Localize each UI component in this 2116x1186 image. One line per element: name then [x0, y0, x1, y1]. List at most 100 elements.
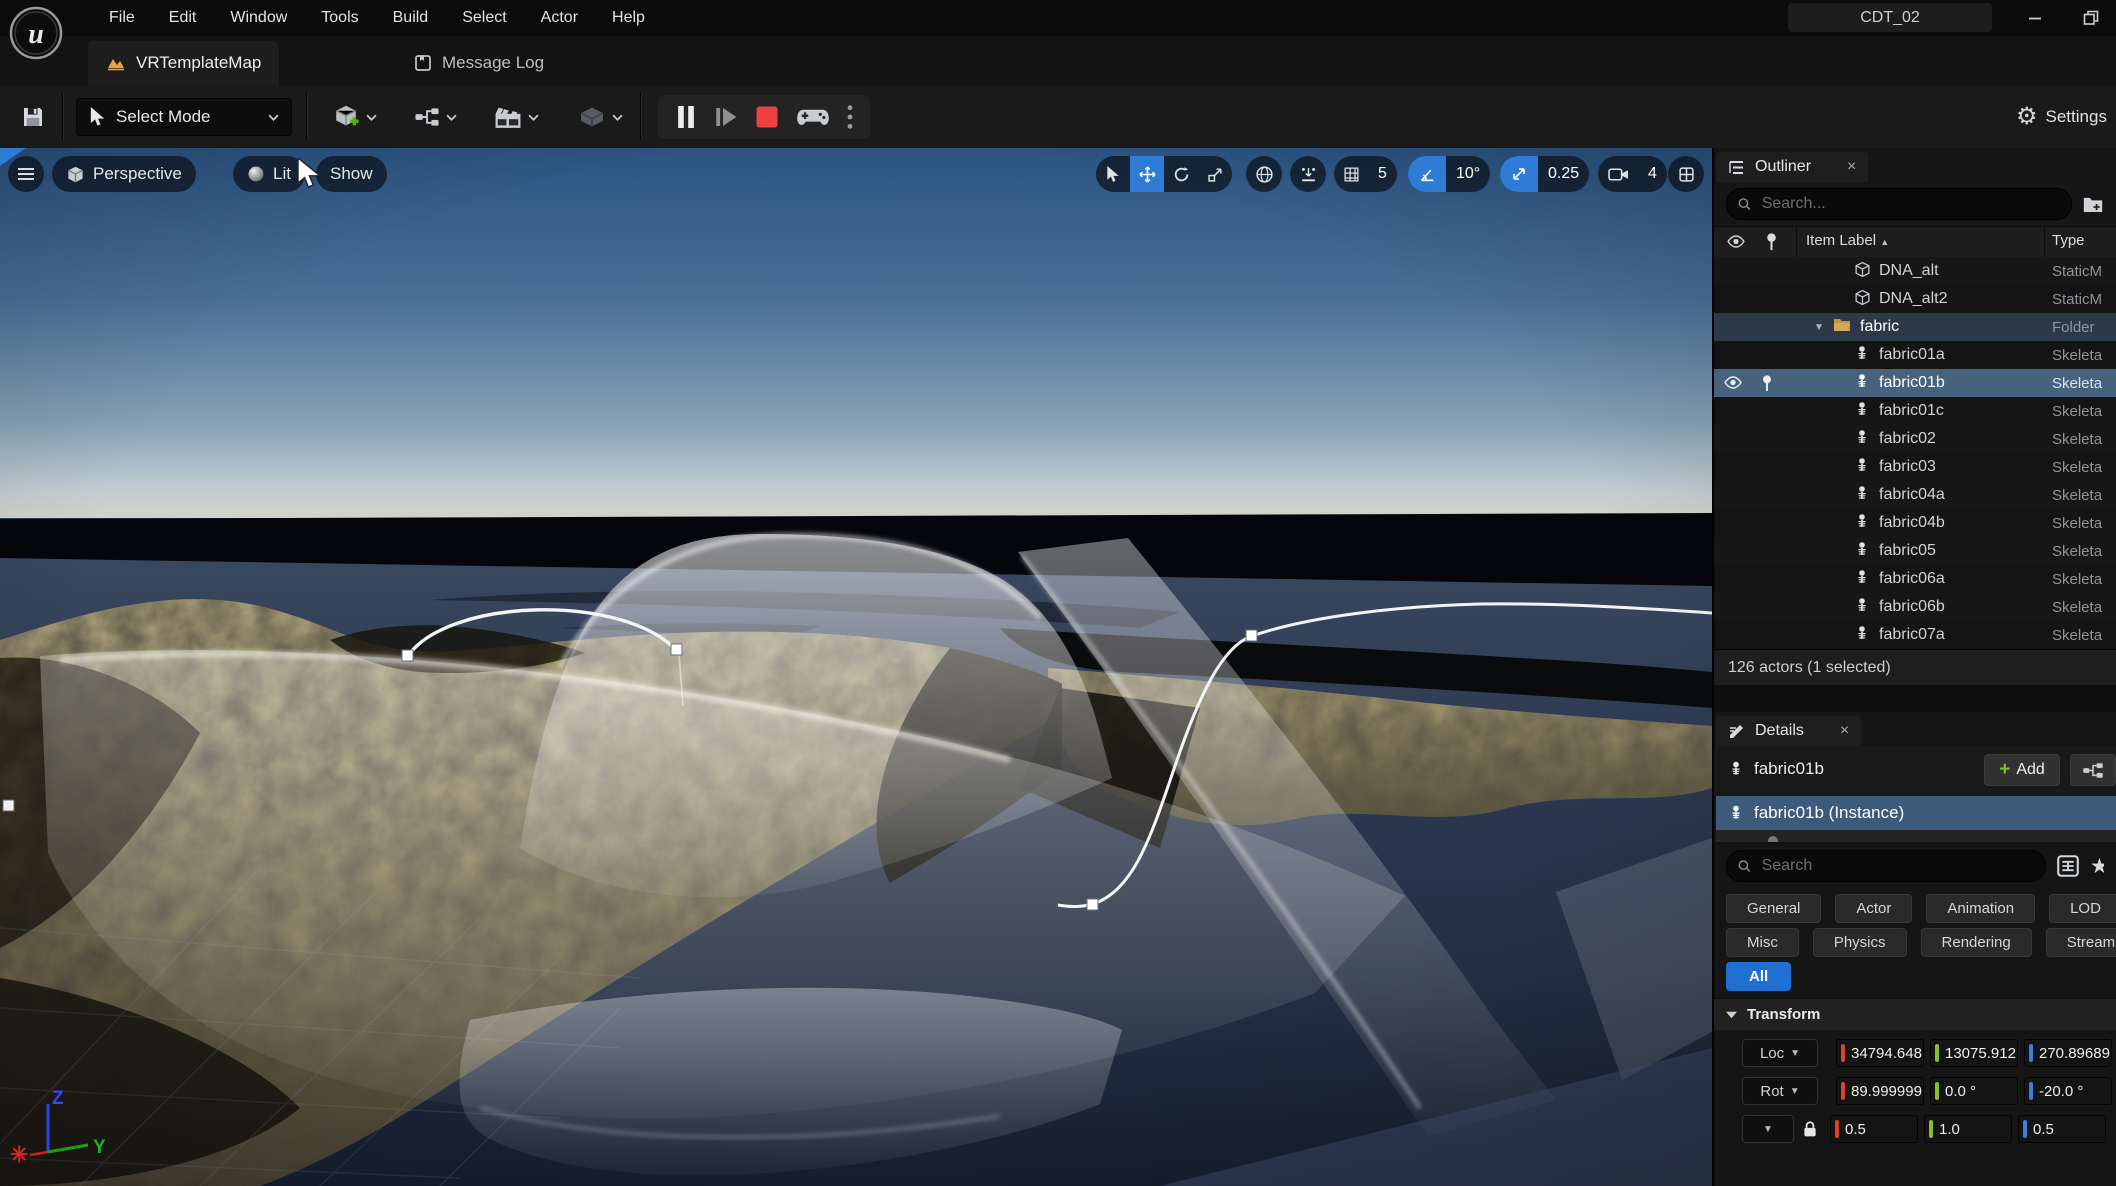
- add-folder-button[interactable]: [2082, 194, 2104, 214]
- perspective-dropdown[interactable]: Perspective: [52, 156, 196, 192]
- add-actor-dropdown[interactable]: [332, 100, 377, 134]
- favorites-star-icon[interactable]: ★: [2090, 854, 2104, 879]
- filter-all[interactable]: All: [1726, 962, 1791, 991]
- world-coordinate-button[interactable]: [1246, 156, 1282, 192]
- level-viewport[interactable]: Z Y ✳ Perspective Lit Show: [0, 148, 1712, 1186]
- outliner-row-fabric01c[interactable]: fabric01cSkeleta: [1714, 397, 2116, 425]
- camera-speed-value[interactable]: 4: [1638, 165, 1667, 183]
- scale-y-field[interactable]: 1.0: [1924, 1115, 2012, 1143]
- scale-z-field[interactable]: 0.5: [2018, 1115, 2106, 1143]
- scale-snap-button[interactable]: [1500, 156, 1538, 192]
- location-dropdown[interactable]: Loc▼: [1742, 1039, 1818, 1067]
- outliner-row-dna-alt[interactable]: DNA_altStaticM: [1714, 257, 2116, 285]
- instance-root-row[interactable]: fabric01b (Instance): [1716, 796, 2116, 830]
- outliner-row-fabric05[interactable]: fabric05Skeleta: [1714, 537, 2116, 565]
- menu-actor[interactable]: Actor: [524, 0, 595, 36]
- blueprints-dropdown[interactable]: [414, 100, 457, 134]
- scale-x-field[interactable]: 0.5: [1830, 1115, 1918, 1143]
- details-search-input[interactable]: [1760, 856, 2035, 876]
- menu-window[interactable]: Window: [213, 0, 304, 36]
- rotation-dropdown[interactable]: Rot▼: [1742, 1077, 1818, 1105]
- scale-snap-value[interactable]: 0.25: [1538, 165, 1589, 183]
- transform-section-header[interactable]: Transform: [1714, 998, 2116, 1030]
- play-options-menu[interactable]: [847, 95, 853, 139]
- close-icon[interactable]: ×: [1840, 722, 1849, 740]
- select-mode-dropdown[interactable]: Select Mode: [76, 98, 292, 136]
- frame-skip-button[interactable]: [714, 95, 738, 139]
- show-dropdown[interactable]: Show: [316, 156, 387, 192]
- menu-select[interactable]: Select: [445, 0, 523, 36]
- tab-message-log[interactable]: Message Log: [396, 41, 562, 85]
- rotation-x-field[interactable]: 89.999999: [1836, 1077, 1924, 1105]
- menu-file[interactable]: File: [92, 0, 152, 36]
- filter-misc[interactable]: Misc: [1726, 928, 1799, 957]
- select-tool-button[interactable]: [1096, 156, 1130, 192]
- filter-streaming[interactable]: Streaming: [2046, 928, 2116, 957]
- rotate-tool-button[interactable]: [1164, 156, 1198, 192]
- close-icon[interactable]: ×: [1847, 158, 1856, 176]
- outliner-row-fabric-folder[interactable]: ▼ fabricFolder: [1714, 313, 2116, 341]
- type-column-header[interactable]: Type: [2052, 232, 2085, 249]
- platforms-dropdown[interactable]: [578, 100, 623, 134]
- outliner-row-fabric01b[interactable]: fabric01bSkeleta: [1714, 369, 2116, 397]
- location-x-field[interactable]: 34794.648: [1836, 1039, 1924, 1067]
- location-z-field[interactable]: 270.89689: [2024, 1039, 2112, 1067]
- stop-button[interactable]: [755, 95, 779, 139]
- move-tool-button[interactable]: [1130, 156, 1164, 192]
- rotation-z-field[interactable]: -20.0 °: [2024, 1077, 2112, 1105]
- rotation-snap-value[interactable]: 10°: [1446, 165, 1490, 183]
- maximize-viewport-button[interactable]: [1668, 156, 1704, 192]
- outliner-row-fabric02[interactable]: fabric02Skeleta: [1714, 425, 2116, 453]
- scale-dropdown[interactable]: ▼: [1742, 1115, 1794, 1143]
- outliner-tab[interactable]: Outliner ×: [1716, 152, 1868, 182]
- menu-tools[interactable]: Tools: [304, 0, 375, 36]
- outliner-row-dna-alt2[interactable]: DNA_alt2StaticM: [1714, 285, 2116, 313]
- camera-speed-button[interactable]: [1598, 156, 1638, 192]
- view-mode-dropdown[interactable]: Lit: [233, 156, 305, 192]
- outliner-row-fabric06b[interactable]: fabric06bSkeleta: [1714, 593, 2116, 621]
- pin-icon[interactable]: [1760, 374, 1774, 392]
- eject-button[interactable]: [796, 95, 830, 139]
- grid-snap-value[interactable]: 5: [1368, 165, 1397, 183]
- outliner-row-fabric04a[interactable]: fabric04aSkeleta: [1714, 481, 2116, 509]
- scale-lock-icon[interactable]: [1802, 1120, 1818, 1138]
- item-label-column-header[interactable]: Item Label ▲: [1806, 232, 1889, 249]
- rotation-y-field[interactable]: 0.0 °: [1930, 1077, 2018, 1105]
- save-button[interactable]: [16, 100, 50, 134]
- details-search-box[interactable]: [1726, 850, 2046, 882]
- menu-edit[interactable]: Edit: [152, 0, 214, 36]
- display-options-button[interactable]: [2056, 854, 2080, 878]
- outliner-row-fabric07a[interactable]: fabric07aSkeleta: [1714, 621, 2116, 649]
- outliner-row-fabric01a[interactable]: fabric01aSkeleta: [1714, 341, 2116, 369]
- restore-button[interactable]: [2074, 4, 2108, 32]
- filter-lod[interactable]: LOD: [2049, 894, 2116, 923]
- grid-snap-button[interactable]: [1334, 156, 1368, 192]
- outliner-search-input[interactable]: [1760, 194, 2061, 214]
- visibility-column-icon[interactable]: [1726, 233, 1746, 250]
- outliner-search-box[interactable]: [1726, 188, 2072, 220]
- edit-blueprint-button[interactable]: [2070, 754, 2116, 786]
- cinematics-dropdown[interactable]: [494, 100, 539, 134]
- tab-vrtemplatemap[interactable]: VRTemplateMap: [88, 41, 279, 85]
- filter-general[interactable]: General: [1726, 894, 1821, 923]
- minimize-button[interactable]: [2018, 4, 2052, 32]
- expand-caret-icon[interactable]: ▼: [1814, 322, 1824, 333]
- details-tab[interactable]: Details ×: [1716, 716, 1861, 746]
- filter-rendering[interactable]: Rendering: [1921, 928, 2032, 957]
- outliner-row-fabric03[interactable]: fabric03Skeleta: [1714, 453, 2116, 481]
- unreal-engine-logo[interactable]: u: [8, 5, 64, 61]
- menu-help[interactable]: Help: [595, 0, 662, 36]
- filter-physics[interactable]: Physics: [1813, 928, 1907, 957]
- surface-snapping-button[interactable]: [1290, 156, 1326, 192]
- filter-animation[interactable]: Animation: [1926, 894, 2035, 923]
- menu-build[interactable]: Build: [376, 0, 446, 36]
- add-component-button[interactable]: + Add: [1984, 754, 2060, 786]
- pause-button[interactable]: [675, 95, 697, 139]
- filter-actor[interactable]: Actor: [1835, 894, 1912, 923]
- outliner-row-fabric06a[interactable]: fabric06aSkeleta: [1714, 565, 2116, 593]
- location-y-field[interactable]: 13075.912: [1930, 1039, 2018, 1067]
- pin-column-icon[interactable]: [1764, 232, 1779, 251]
- eye-icon[interactable]: [1723, 374, 1743, 391]
- outliner-row-fabric04b[interactable]: fabric04bSkeleta: [1714, 509, 2116, 537]
- viewport-options-menu[interactable]: [8, 156, 44, 192]
